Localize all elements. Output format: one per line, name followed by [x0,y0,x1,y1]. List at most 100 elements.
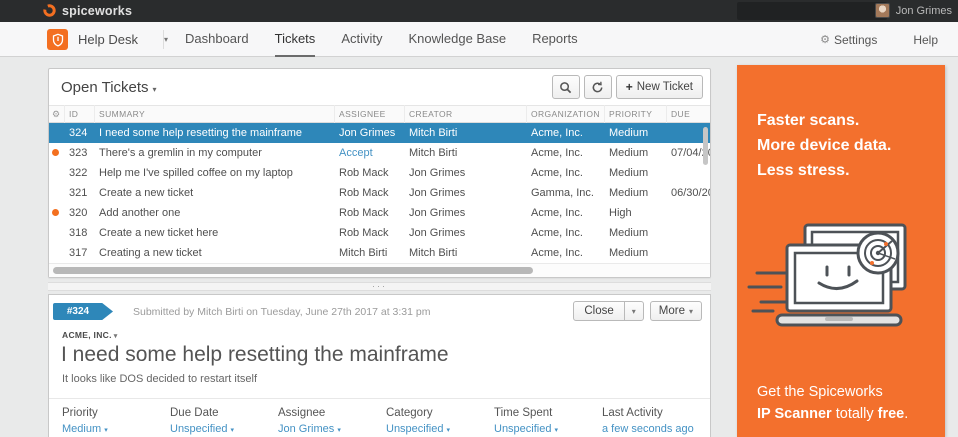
field-label: Priority [62,407,170,419]
nav-divider [163,30,164,49]
ticket-summary: Creating a new ticket [95,247,335,259]
chevron-down-icon: ▾ [104,427,108,434]
ticket-row-321[interactable]: 321 Create a new ticket Rob Mack Jon Gri… [49,183,710,203]
brand-text: spiceworks [62,4,132,18]
panel-resize-handle[interactable]: ··· [48,282,711,291]
column-summary[interactable]: SUMMARY [95,105,335,123]
ticket-priority: Medium [605,187,667,199]
settings-button[interactable]: ⚙ Settings [820,33,877,47]
column-settings-button[interactable]: ⚙ [49,105,65,123]
ip-scanner-ad[interactable]: Faster scans. More device data. Less str… [737,65,945,437]
assignee-dropdown[interactable]: Jon Grimes ▾ [278,423,386,435]
detail-header: #324 Submitted by Mitch Birti on Tuesday… [49,295,710,325]
close-button[interactable]: Close [573,301,624,321]
field-label: Category [386,407,494,419]
vertical-scrollbar[interactable] [703,127,708,165]
column-id[interactable]: ID [65,105,95,123]
ticket-id: 324 [65,127,95,139]
ticket-organization: Acme, Inc. [527,247,605,259]
field-label: Assignee [278,407,386,419]
column-organization[interactable]: ORGANIZATION [527,105,605,123]
ticket-filter-dropdown[interactable]: Open Tickets▾ [61,79,157,96]
ticket-list: 324 I need some help resetting the mainf… [49,123,710,263]
column-priority[interactable]: PRIORITY [605,105,667,123]
ticket-creator: Mitch Birti [405,127,527,139]
ticket-row-323[interactable]: 323 There's a gremlin in my computer Acc… [49,143,710,163]
time-spent-dropdown[interactable]: Unspecified ▾ [494,423,602,435]
ticket-summary: Add another one [95,207,335,219]
ticket-title: I need some help resetting the mainframe [61,343,710,367]
ticket-organization: Acme, Inc. [527,227,605,239]
laptop-scanner-illustration-icon [745,215,935,345]
ticket-creator: Jon Grimes [405,187,527,199]
due-date-dropdown[interactable]: Unspecified ▾ [170,423,278,435]
topbar-search-area[interactable] [737,2,887,20]
app-switcher[interactable]: Help Desk ▾ [47,22,168,57]
column-creator[interactable]: CREATOR [405,105,527,123]
field-assignee: Assignee Jon Grimes ▾ [278,407,386,435]
submitted-text: Submitted by Mitch Birti on Tuesday, Jun… [133,306,430,318]
refresh-button[interactable] [584,75,612,99]
ticket-summary: There's a gremlin in my computer [95,147,335,159]
ticket-assignee: Rob Mack [335,187,405,199]
ticket-priority: Medium [605,167,667,179]
ticket-creator: Jon Grimes [405,207,527,219]
ticket-row-317[interactable]: 317 Creating a new ticket Mitch Birti Mi… [49,243,710,263]
priority-dropdown[interactable]: Medium ▾ [62,423,170,435]
nav-right: ⚙ Settings Help [820,22,938,57]
ticket-filter-label: Open Tickets [61,79,149,96]
category-dropdown[interactable]: Unspecified ▾ [386,423,494,435]
search-button[interactable] [552,75,580,99]
ticket-id: 320 [65,207,95,219]
ticket-number-badge: #324 [53,303,113,320]
accept-link[interactable]: Accept [335,147,405,159]
column-due[interactable]: DUE [667,105,710,123]
field-label: Last Activity [602,407,710,419]
tab-activity[interactable]: Activity [341,22,382,57]
horizontal-scrollbar-track [49,263,710,277]
ticket-organization: Acme, Inc. [527,207,605,219]
new-ticket-button[interactable]: + New Ticket [616,75,703,99]
ticket-id: 318 [65,227,95,239]
user-menu[interactable]: Jon Grimes [875,3,952,18]
table-header: ⚙ ID SUMMARY ASSIGNEE CREATOR ORGANIZATI… [49,105,710,123]
ticket-assignee: Mitch Birti [335,247,405,259]
field-label: Time Spent [494,407,602,419]
spiceworks-logo-icon [42,3,57,18]
chevron-down-icon: ▾ [337,427,341,434]
plus-icon: + [626,80,633,94]
ticket-priority: High [605,207,667,219]
open-tickets-panel: Open Tickets▾ + New Ticke [48,68,711,278]
ad-cta-line2: IP Scanner totally free. [757,404,908,426]
tab-reports[interactable]: Reports [532,22,578,57]
organization-label: ACME, INC. [62,330,112,340]
horizontal-scrollbar[interactable] [53,267,533,274]
chevron-down-icon: ▾ [555,427,559,434]
row-status [49,147,65,159]
column-assignee[interactable]: ASSIGNEE [335,105,405,123]
more-button[interactable]: More ▾ [650,301,702,321]
tickets-toolbar: + New Ticket [552,75,703,99]
ad-headline-line2: More device data. [757,134,891,159]
ticket-creator: Mitch Birti [405,247,527,259]
tab-dashboard[interactable]: Dashboard [185,22,249,57]
spiceworks-logo[interactable]: spiceworks [42,3,132,18]
tab-tickets[interactable]: Tickets [275,22,316,57]
ticket-creator: Jon Grimes [405,167,527,179]
chevron-down-icon: ▾ [632,307,636,316]
ticket-assignee: Rob Mack [335,167,405,179]
close-dropdown-button[interactable]: ▾ [624,301,644,321]
organization-dropdown[interactable]: ACME, INC.▾ [62,330,710,340]
more-label: More [659,305,685,317]
ticket-row-320[interactable]: 320 Add another one Rob Mack Jon Grimes … [49,203,710,223]
ticket-creator: Jon Grimes [405,227,527,239]
ticket-row-318[interactable]: 318 Create a new ticket here Rob Mack Jo… [49,223,710,243]
chevron-down-icon: ▾ [447,427,451,434]
last-activity-value[interactable]: a few seconds ago [602,423,710,435]
ticket-row-322[interactable]: 322 Help me I've spilled coffee on my la… [49,163,710,183]
ticket-row-324[interactable]: 324 I need some help resetting the mainf… [49,123,710,143]
ticket-id: 317 [65,247,95,259]
tab-knowledge-base[interactable]: Knowledge Base [408,22,506,57]
help-button[interactable]: Help [913,33,938,47]
ticket-description: It looks like DOS decided to restart its… [62,373,710,385]
